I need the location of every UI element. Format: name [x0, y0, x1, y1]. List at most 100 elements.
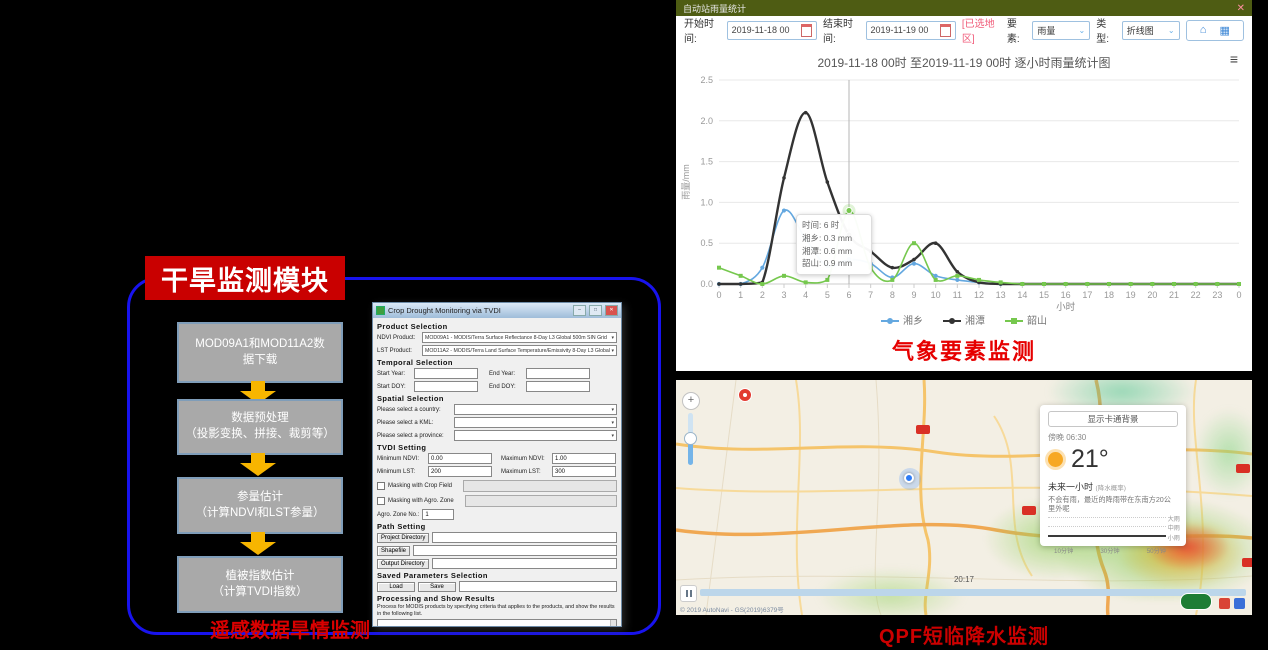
start-time-input[interactable]: 2019-11-18 00 [727, 21, 817, 40]
mask-crop-field [463, 480, 617, 492]
layer-toggle-icon[interactable] [1219, 598, 1230, 609]
svg-text:15: 15 [1039, 290, 1049, 300]
flow-step-parameters: 参量估计 （计算NDVI和LST参量） [177, 477, 343, 534]
legend-item-xiangtan[interactable]: 湘潭 [943, 312, 985, 327]
shapefile-button[interactable]: Shapefile [377, 546, 410, 556]
results-listbox[interactable] [377, 619, 617, 628]
agro-no-input[interactable]: 1 [422, 509, 454, 520]
flow-step-text: （投影变换、拼接、裁剪等） [179, 427, 341, 443]
export-image-icon[interactable]: ⌂ [1200, 24, 1207, 36]
end-time-input[interactable]: 2019-11-19 00 [866, 21, 956, 40]
tooltip-line: 湘潭: 0.6 mm [802, 245, 866, 258]
zoom-in-button[interactable]: + [682, 392, 700, 410]
min-lst-input[interactable]: 200 [428, 466, 492, 477]
calendar-icon[interactable] [801, 24, 812, 37]
qpf-map-panel[interactable]: + 显示卡通背景 傍晚 06:30 21° 未来一小时 (降水概率) 不会有雨，… [676, 380, 1252, 615]
chart-menu-icon[interactable]: ≡ [1230, 52, 1238, 66]
svg-text:1.0: 1.0 [700, 197, 713, 207]
minimize-button[interactable]: – [573, 305, 586, 316]
close-button[interactable]: ✕ [605, 305, 618, 316]
max-lst-input[interactable]: 300 [552, 466, 616, 477]
mask-agro-checkbox[interactable] [377, 497, 385, 505]
output-directory-field[interactable] [432, 558, 617, 569]
timeline-track[interactable] [700, 589, 1246, 596]
svg-text:14: 14 [1017, 290, 1027, 300]
close-icon[interactable]: ✕ [1237, 3, 1245, 14]
section-saved: Saved Parameters Selection [377, 571, 617, 580]
lst-product-select[interactable]: MOD11A2 - MODIS/Terra Land Surface Tempe… [422, 345, 617, 356]
svg-text:9: 9 [911, 290, 916, 300]
tooltip-line: 时间: 6 时 [802, 219, 866, 232]
svg-text:5: 5 [825, 290, 830, 300]
min-ndvi-input[interactable]: 0.00 [428, 453, 492, 464]
app-body: Product Selection NDVI Product: MOD09A1 … [373, 318, 621, 627]
end-doy-label: End DOY: [489, 384, 523, 390]
svg-text:2.0: 2.0 [700, 116, 713, 126]
province-select[interactable]: ▾ [454, 430, 617, 441]
svg-text:1: 1 [738, 290, 743, 300]
element-select[interactable]: 雨量 ⌄ [1032, 21, 1090, 40]
mask-crop-checkbox[interactable] [377, 482, 385, 490]
kml-label: Please select a KML: [377, 420, 451, 426]
vertical-scrollbar[interactable] [610, 620, 616, 628]
svg-text:12: 12 [974, 290, 984, 300]
project-directory-field[interactable] [432, 532, 617, 543]
selected-region-link[interactable]: [已选地区] [962, 15, 1001, 45]
precip-prob-label: (降水概率) [1096, 485, 1126, 492]
query-toolbar: 开始时间: 2019-11-18 00 结束时间: 2019-11-19 00 … [676, 16, 1252, 44]
flow-step-download: MOD09A1和MOD11A2数 据下载 [177, 322, 343, 383]
data-view-icon[interactable]: ▦ [1219, 24, 1229, 37]
level-label: 中雨 [1166, 523, 1180, 532]
end-time-label: 结束时间: [823, 15, 860, 45]
maximize-button[interactable]: □ [589, 305, 602, 316]
svg-text:1.5: 1.5 [700, 157, 713, 167]
pause-button[interactable] [680, 585, 697, 602]
svg-text:2.5: 2.5 [700, 75, 713, 85]
app-titlebar[interactable]: Crop Drought Monitoring via TVDI – □ ✕ [373, 303, 621, 318]
ndvi-product-select[interactable]: MOD09A1 - MODIS/Terra Surface Reflectanc… [422, 332, 617, 343]
country-select[interactable]: ▾ [454, 404, 617, 415]
minute-label: 30分钟 [1100, 546, 1119, 555]
cartoon-background-button[interactable]: 显示卡通背景 [1048, 411, 1178, 427]
popup-time: 傍晚 06:30 [1048, 432, 1178, 443]
window-titlebar[interactable]: 自动站雨量统计 ✕ [676, 0, 1252, 16]
shapefile-field[interactable] [413, 545, 617, 556]
station-marker-icon[interactable] [738, 388, 752, 402]
start-year-input[interactable] [414, 368, 478, 379]
province-label: Please select a province: [377, 433, 451, 439]
minute-label: 10分钟 [1054, 546, 1073, 555]
section-processing: Processing and Show Results [377, 594, 617, 603]
max-ndvi-input[interactable]: 1.00 [552, 453, 616, 464]
start-doy-label: Start DOY: [377, 384, 411, 390]
type-select[interactable]: 折线图 ⌄ [1122, 21, 1180, 40]
svg-text:13: 13 [996, 290, 1006, 300]
chevron-down-icon: ⌄ [1079, 26, 1086, 35]
zoom-slider-handle[interactable] [684, 432, 697, 445]
mask-agro-label: Masking with Agro. Zone [388, 498, 454, 504]
sun-icon [1048, 452, 1063, 467]
kml-select[interactable]: ▾ [454, 417, 617, 428]
svg-text:0.5: 0.5 [700, 238, 713, 248]
end-time-value: 2019-11-19 00 [871, 25, 929, 35]
start-doy-input[interactable] [414, 381, 478, 392]
legend-item-xiangxiang[interactable]: 湘乡 [881, 312, 923, 327]
save-button[interactable]: Save [418, 582, 456, 592]
svg-text:雨量/mm: 雨量/mm [681, 164, 691, 200]
mask-agro-field [465, 495, 617, 507]
amap-logo[interactable] [1180, 593, 1212, 610]
svg-text:11: 11 [953, 290, 962, 300]
traffic-toggle-icon[interactable] [1234, 598, 1245, 609]
element-value: 雨量 [1037, 24, 1055, 37]
calendar-icon[interactable] [940, 24, 951, 37]
chart-grid: 0.00.51.01.52.02.5 [700, 75, 1239, 289]
output-directory-button[interactable]: Output Directory [377, 559, 429, 569]
project-directory-button[interactable]: Project Directory [377, 533, 429, 543]
next-hour-label: 未来一小时 [1048, 482, 1093, 492]
saved-params-field[interactable] [459, 581, 617, 592]
timeline-timestamp: 20:17 [676, 575, 1252, 584]
end-year-input[interactable] [526, 368, 590, 379]
legend-item-shaoshan[interactable]: 韶山 [1005, 312, 1047, 327]
load-button[interactable]: Load [377, 582, 415, 592]
end-doy-input[interactable] [526, 381, 590, 392]
max-lst-label: Maximum LST: [501, 469, 549, 475]
